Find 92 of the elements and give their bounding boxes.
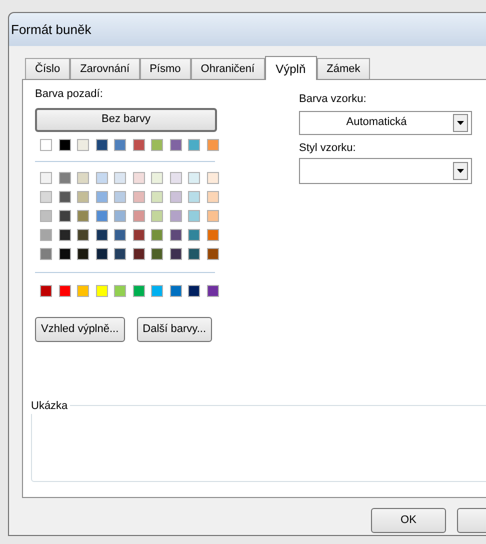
color-swatch[interactable] xyxy=(114,190,126,202)
color-swatch[interactable] xyxy=(132,138,144,150)
color-swatch[interactable] xyxy=(206,138,218,150)
no-color-button[interactable]: Bez barvy xyxy=(35,108,217,132)
color-swatch[interactable] xyxy=(151,138,163,150)
caret-icon xyxy=(457,169,464,173)
color-swatch[interactable] xyxy=(170,190,182,202)
color-swatch[interactable] xyxy=(151,190,163,202)
dropdown-value: Automatická xyxy=(345,115,408,130)
color-swatch[interactable] xyxy=(96,138,108,150)
color-swatch[interactable] xyxy=(96,248,108,260)
color-swatch[interactable] xyxy=(40,138,52,150)
color-swatch[interactable] xyxy=(188,138,200,150)
color-swatch[interactable] xyxy=(40,228,52,240)
color-swatch[interactable] xyxy=(114,172,126,184)
color-swatch[interactable] xyxy=(58,172,70,184)
color-swatch[interactable] xyxy=(170,172,182,184)
tab[interactable]: Výplň xyxy=(264,56,317,80)
color-swatch[interactable] xyxy=(151,248,163,260)
color-swatch[interactable] xyxy=(40,248,52,260)
caret-icon xyxy=(457,120,464,124)
color-swatch[interactable] xyxy=(151,284,163,296)
color-swatch[interactable] xyxy=(151,228,163,240)
color-swatch[interactable] xyxy=(40,284,52,296)
color-swatch[interactable] xyxy=(170,210,182,222)
pattern-color-dropdown[interactable]: Automatická xyxy=(299,110,472,134)
color-swatch[interactable] xyxy=(96,284,108,296)
tab[interactable]: Písmo xyxy=(140,58,191,79)
color-swatch[interactable] xyxy=(96,172,108,184)
color-swatch[interactable] xyxy=(132,190,144,202)
color-swatch[interactable] xyxy=(188,190,200,202)
ok-button[interactable]: OK xyxy=(371,508,446,533)
color-swatch[interactable] xyxy=(170,228,182,240)
field-label: Barva vzorku: xyxy=(299,92,368,107)
field-label: Barva pozadí: xyxy=(35,87,104,102)
color-swatch[interactable] xyxy=(58,284,70,296)
color-swatch[interactable] xyxy=(40,190,52,202)
color-swatch[interactable] xyxy=(40,172,52,184)
color-swatch[interactable] xyxy=(77,172,89,184)
color-swatch[interactable] xyxy=(114,138,126,150)
color-swatch[interactable] xyxy=(77,190,89,202)
dialog-button[interactable] xyxy=(457,508,486,533)
color-swatch[interactable] xyxy=(132,228,144,240)
color-swatch[interactable] xyxy=(96,210,108,222)
color-swatch[interactable] xyxy=(206,284,218,296)
color-swatch[interactable] xyxy=(114,284,126,296)
color-swatch[interactable] xyxy=(58,228,70,240)
tab[interactable]: Zarovnání xyxy=(70,58,140,79)
color-swatch[interactable] xyxy=(188,172,200,184)
dropdown-button[interactable] xyxy=(453,162,468,180)
color-swatch[interactable] xyxy=(170,248,182,260)
color-swatch[interactable] xyxy=(206,190,218,202)
tab[interactable]: Číslo xyxy=(25,58,70,79)
color-swatch[interactable] xyxy=(58,190,70,202)
color-swatch[interactable] xyxy=(40,210,52,222)
color-swatch[interactable] xyxy=(188,284,200,296)
tab[interactable]: Ohraničení xyxy=(190,58,265,79)
color-swatch[interactable] xyxy=(170,284,182,296)
dropdown-button[interactable] xyxy=(453,114,468,132)
color-swatch[interactable] xyxy=(114,248,126,260)
color-swatch[interactable] xyxy=(188,228,200,240)
tab[interactable]: Zámek xyxy=(316,58,370,79)
color-swatch[interactable] xyxy=(58,210,70,222)
color-swatch[interactable] xyxy=(77,228,89,240)
color-swatch[interactable] xyxy=(58,138,70,150)
color-swatch[interactable] xyxy=(132,248,144,260)
color-swatch[interactable] xyxy=(77,284,89,296)
dialog-button[interactable]: Další barvy... xyxy=(136,316,212,342)
color-swatch[interactable] xyxy=(132,284,144,296)
color-swatch[interactable] xyxy=(206,172,218,184)
color-swatch[interactable] xyxy=(170,138,182,150)
color-swatch[interactable] xyxy=(77,210,89,222)
color-swatch[interactable] xyxy=(96,190,108,202)
color-swatch[interactable] xyxy=(151,210,163,222)
color-swatch[interactable] xyxy=(132,172,144,184)
field-label: Styl vzorku: xyxy=(299,140,357,156)
dialog-button[interactable]: Vzhled výplně... xyxy=(35,316,125,342)
color-swatch[interactable] xyxy=(114,210,126,222)
color-swatch[interactable] xyxy=(206,210,218,222)
color-swatch[interactable] xyxy=(58,248,70,260)
group-label: Ukázka xyxy=(31,398,70,414)
window-title: Formát buněk xyxy=(11,20,92,39)
color-swatch[interactable] xyxy=(77,248,89,260)
color-swatch[interactable] xyxy=(132,210,144,222)
color-swatch[interactable] xyxy=(96,228,108,240)
color-swatch[interactable] xyxy=(188,210,200,222)
color-swatch[interactable] xyxy=(77,138,89,150)
color-swatch[interactable] xyxy=(151,172,163,184)
color-swatch[interactable] xyxy=(206,248,218,260)
color-swatch[interactable] xyxy=(206,228,218,240)
color-swatch[interactable] xyxy=(188,248,200,260)
color-swatch[interactable] xyxy=(114,228,126,240)
